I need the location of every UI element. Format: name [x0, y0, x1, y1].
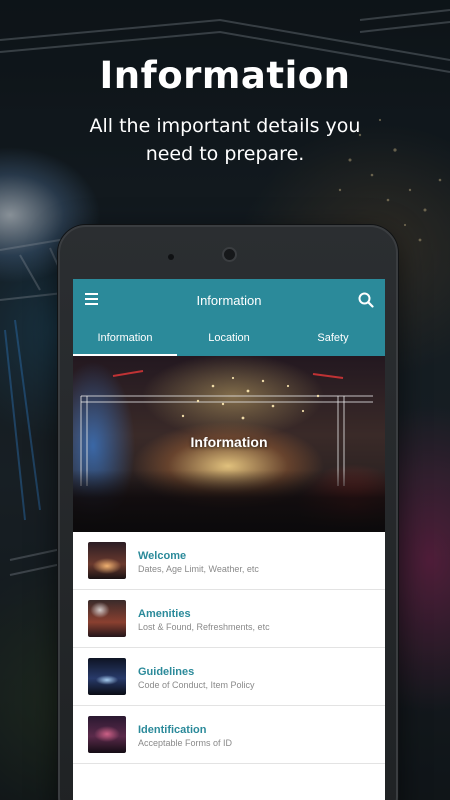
welcome-thumbnail — [88, 542, 126, 579]
list-item-subtitle: Acceptable Forms of ID — [138, 738, 233, 748]
hamburger-menu-icon[interactable] — [85, 293, 98, 306]
hero-subtitle: All the important details you need to pr… — [89, 115, 361, 165]
phone-speaker — [222, 247, 237, 262]
tab-bar: Information Location Safety — [73, 322, 385, 356]
list-item-title: Welcome — [138, 550, 187, 562]
tab-information[interactable]: Information — [73, 322, 177, 356]
amenities-thumbnail — [88, 600, 126, 637]
list-item-title: Guidelines — [138, 666, 195, 678]
list-item-subtitle: Dates, Age Limit, Weather, etc — [138, 564, 259, 574]
tab-safety[interactable]: Safety — [281, 322, 385, 356]
list-item-subtitle: Lost & Found, Refreshments, etc — [138, 622, 270, 632]
banner-title: Information — [190, 434, 268, 450]
list-item-title: Identification — [138, 724, 207, 736]
app-bar: Information — [73, 279, 385, 322]
info-list: Welcome Dates, Age Limit, Weather, etc A… — [73, 532, 385, 764]
header-banner-image: Information — [73, 356, 385, 532]
identification-thumbnail — [88, 716, 126, 753]
banner-crowd-silhouette — [73, 470, 385, 532]
list-item-identification[interactable]: Identification Acceptable Forms of ID — [73, 706, 385, 764]
hero-title: Information — [99, 54, 351, 97]
list-item-amenities[interactable]: Amenities Lost & Found, Refreshments, et… — [73, 590, 385, 648]
guidelines-thumbnail — [88, 658, 126, 695]
app-screen: Information Information Location Safety — [73, 279, 385, 800]
tab-location[interactable]: Location — [177, 322, 281, 356]
list-item-welcome[interactable]: Welcome Dates, Age Limit, Weather, etc — [73, 532, 385, 590]
list-item-guidelines[interactable]: Guidelines Code of Conduct, Item Policy — [73, 648, 385, 706]
list-item-title: Amenities — [138, 608, 191, 620]
phone-camera — [168, 254, 174, 260]
app-bar-title: Information — [196, 293, 262, 308]
list-item-subtitle: Code of Conduct, Item Policy — [138, 680, 255, 690]
search-icon[interactable] — [358, 292, 374, 308]
